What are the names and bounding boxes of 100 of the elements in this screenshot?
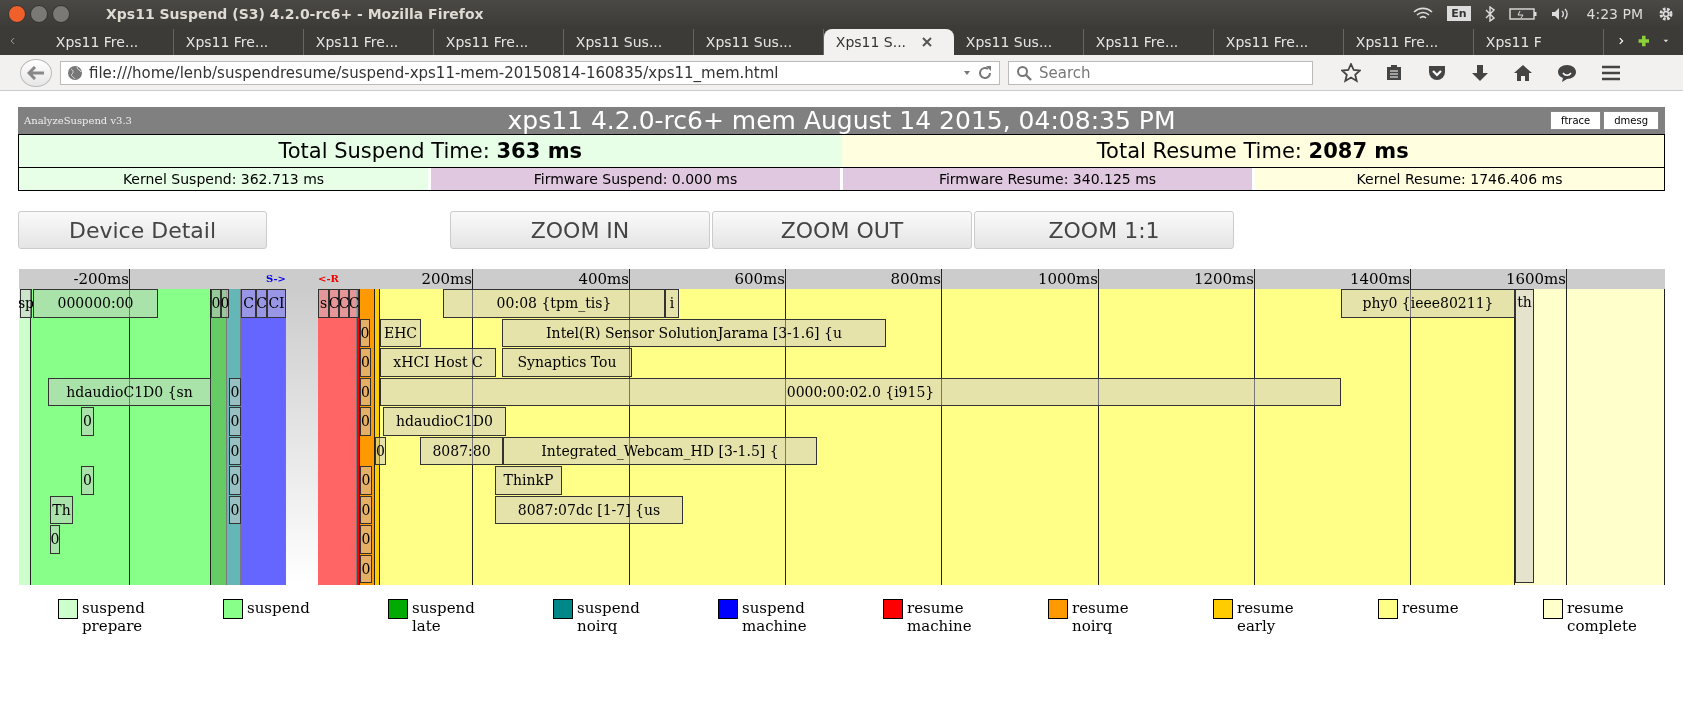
clipboard-icon[interactable] xyxy=(1385,63,1403,82)
device-bar[interactable]: Integrated_Webcam_HD [3-1.5] { xyxy=(503,436,817,465)
time-tick-label: 800ms xyxy=(890,270,941,288)
resume-marker: <-R xyxy=(318,273,339,284)
close-icon[interactable] xyxy=(922,37,933,47)
device-bar[interactable]: C xyxy=(256,289,267,318)
reload-icon[interactable] xyxy=(977,64,993,81)
time-tick-label: 1200ms xyxy=(1193,270,1254,288)
time-tick-label: 1400ms xyxy=(1349,270,1410,288)
browser-tab[interactable]: Xps11 S... xyxy=(823,29,954,55)
total-time-cell: Total Resume Time: 2087 ms xyxy=(841,135,1664,167)
maximize-button[interactable] xyxy=(52,4,70,23)
device-bar[interactable]: 0 xyxy=(360,407,371,436)
zoom-button[interactable]: ZOOM 1:1 xyxy=(974,211,1234,249)
device-bar[interactable]: CI xyxy=(267,289,286,318)
battery-icon[interactable] xyxy=(1508,7,1537,20)
device-bar[interactable]: C xyxy=(241,289,256,318)
globe-icon xyxy=(67,64,83,81)
device-bar[interactable]: 0 xyxy=(375,436,386,465)
time-tick-label: 1600ms xyxy=(1505,270,1566,288)
zoom-button[interactable]: ZOOM IN xyxy=(450,211,710,249)
back-button[interactable] xyxy=(20,58,52,87)
device-bar[interactable]: Synaptics Tou xyxy=(502,348,632,377)
clock[interactable]: 4:23 PM xyxy=(1586,5,1643,22)
phase-time-cell: Firmware Resume: 340.125 ms xyxy=(843,168,1252,190)
log-button[interactable]: dmesg xyxy=(1603,111,1659,130)
device-bar[interactable]: hdaudioC1D0 xyxy=(383,407,506,436)
legend-label: resume early xyxy=(1237,599,1295,635)
caret-icon[interactable] xyxy=(963,69,971,76)
legend-label: suspend prepare xyxy=(82,599,146,635)
download-icon[interactable] xyxy=(1471,63,1489,82)
device-bar[interactable]: 0 xyxy=(229,377,241,406)
version-label: AnalyzeSuspend v3.3 xyxy=(24,115,133,126)
device-bar[interactable]: 0 xyxy=(360,348,371,377)
device-bar[interactable]: 0 xyxy=(360,525,372,554)
language-indicator[interactable]: En xyxy=(1447,6,1471,21)
time-tick-label: 400ms xyxy=(578,270,629,288)
legend-label: resume machine xyxy=(907,599,973,635)
phase-time-cell: Kernel Resume: 1746.406 ms xyxy=(1255,168,1664,190)
device-bar[interactable]: 0 xyxy=(360,495,372,524)
log-button[interactable]: ftrace xyxy=(1550,111,1602,130)
chat-icon[interactable] xyxy=(1557,63,1577,82)
device-bar[interactable]: ThinkP xyxy=(495,466,562,495)
device-bar[interactable]: s xyxy=(318,289,329,318)
pocket-icon[interactable] xyxy=(1427,63,1447,82)
device-bar[interactable]: th xyxy=(1515,289,1534,583)
suspend-marker: S-> xyxy=(265,273,286,284)
device-bar[interactable]: 0 xyxy=(81,466,94,495)
device-bar[interactable]: i xyxy=(665,289,679,318)
star-icon[interactable] xyxy=(1341,62,1361,83)
menu-icon[interactable] xyxy=(1601,64,1621,81)
phase-time-cell: Kernel Suspend: 362.713 ms xyxy=(19,168,428,190)
time-tick-label: 1000ms xyxy=(1037,270,1098,288)
device-bar[interactable]: 0 xyxy=(360,318,370,347)
device-bar[interactable]: EHC xyxy=(380,318,421,347)
device-bar[interactable]: 0 xyxy=(81,407,94,436)
device-bar[interactable]: 0000:00:02.0 {i915} xyxy=(380,377,1341,406)
device-bar[interactable]: 0 xyxy=(229,436,241,465)
device-bar[interactable]: 0 xyxy=(229,495,241,524)
device-bar[interactable]: 8087:07dc [1-7] {us xyxy=(495,495,683,524)
device-bar[interactable]: 00:08 {tpm_tis} xyxy=(443,289,665,318)
device-bar[interactable]: 8087:80 xyxy=(420,436,503,465)
report-title: xps11 4.2.0-rc6+ mem August 14 2015, 04:08:35 PM xyxy=(506,106,1177,135)
device-bar[interactable]: xHCI Host C xyxy=(380,348,496,377)
legend-label: suspend noirq xyxy=(577,599,641,635)
device-bar[interactable]: 0 xyxy=(360,554,372,583)
device-detail-button[interactable]: Device Detail xyxy=(18,211,267,249)
legend-label: resume complete xyxy=(1567,599,1638,635)
legend-label: suspend late xyxy=(412,599,476,635)
home-icon[interactable] xyxy=(1513,63,1533,82)
device-bar[interactable]: Intel(R) Sensor SolutionJarama [3-1.6] {u xyxy=(502,318,886,347)
device-bar[interactable]: 0 xyxy=(229,466,241,495)
device-bar[interactable]: 0 xyxy=(360,466,372,495)
phase-time-cell: Firmware Suspend: 0.000 ms xyxy=(431,168,840,190)
minimize-button[interactable] xyxy=(30,4,48,23)
bluetooth-icon[interactable] xyxy=(1484,5,1495,22)
device-bar[interactable]: Th xyxy=(50,495,73,524)
caret-icon[interactable] xyxy=(1663,38,1669,44)
time-tick-label: -200ms xyxy=(73,270,129,288)
window-title: Xps11 Suspend (S3) 4.2.0-rc6+ - Mozilla Firefox xyxy=(106,5,485,22)
device-bar[interactable]: 000000:00 xyxy=(33,289,158,318)
device-bar[interactable]: 0 xyxy=(211,289,221,318)
search-icon xyxy=(1016,64,1032,81)
device-bar[interactable]: 0 xyxy=(50,525,60,554)
time-tick-label: 200ms xyxy=(421,270,472,288)
device-bar[interactable]: 0 xyxy=(360,377,371,406)
zoom-button[interactable]: ZOOM OUT xyxy=(712,211,972,249)
legend-label: suspend machine xyxy=(742,599,808,635)
legend-label: suspend xyxy=(247,599,311,617)
arrow-left-icon xyxy=(27,65,45,80)
device-bar[interactable]: 0 xyxy=(229,407,241,436)
time-tick-label: 600ms xyxy=(734,270,785,288)
search-field[interactable]: Search xyxy=(1008,60,1313,85)
device-bar[interactable]: hdaudioC1D0 {sn xyxy=(48,377,211,406)
device-bar[interactable]: phy0 {ieee80211} xyxy=(1341,289,1515,318)
close-button[interactable] xyxy=(8,4,26,23)
legend-label: resume xyxy=(1402,599,1460,617)
wifi-icon[interactable] xyxy=(1413,6,1434,21)
total-time-cell: Total Suspend Time: 363 ms xyxy=(19,135,842,167)
address-bar[interactable]: file:///home/lenb/suspendresume/suspend-xps11-mem-20150814-160835/xps11_mem.html xyxy=(60,60,1000,85)
